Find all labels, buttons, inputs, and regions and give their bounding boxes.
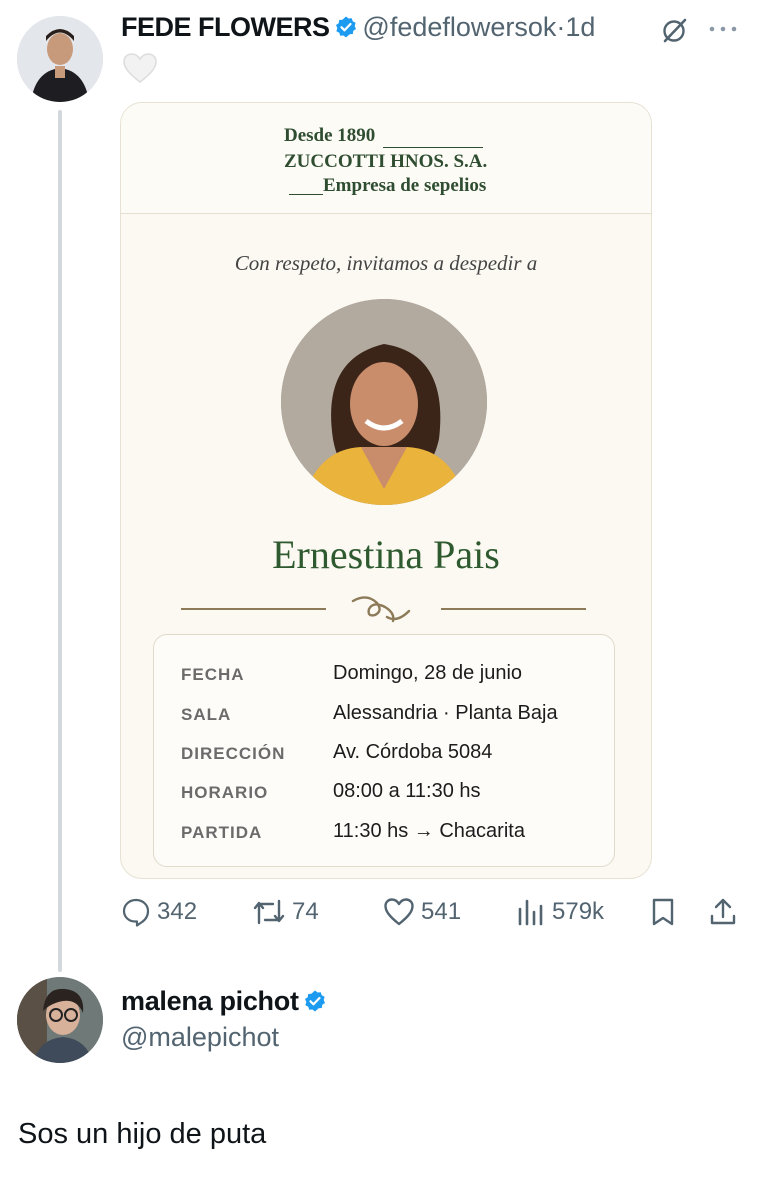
share-icon <box>710 898 736 925</box>
detail-label: PARTIDA <box>181 823 263 842</box>
reply-author-avatar[interactable] <box>17 977 103 1063</box>
reply-header: malena pichot <box>121 986 327 1017</box>
detail-value: Av. Córdoba 5084 <box>333 741 493 763</box>
deceased-name: Ernestina Pais <box>272 532 500 577</box>
share-button[interactable] <box>708 892 744 932</box>
tweet-time[interactable]: 1d <box>565 12 595 42</box>
company-tagline: Empresa de sepelios <box>323 175 487 196</box>
bookmark-button[interactable] <box>650 892 682 932</box>
thread-line <box>58 110 62 972</box>
detail-value: Domingo, 28 de junio <box>333 662 523 684</box>
reply-icon <box>122 898 150 927</box>
reply-button[interactable]: 342 <box>121 892 197 932</box>
tweet-header: FEDE FLOWERS @fedeflowersok·1d <box>121 12 595 43</box>
ornament-line-left <box>181 608 326 610</box>
card-header: Desde 1890 ZUCCOTTI HNOS. S.A. Empresa d… <box>121 103 651 214</box>
company-name: ZUCCOTTI HNOS. S.A. <box>284 151 488 172</box>
reply-author-handle[interactable]: @malepichot <box>121 1022 279 1053</box>
detail-label: HORARIO <box>181 783 269 802</box>
header-rule-top <box>383 147 483 148</box>
tweet-media-card[interactable]: Desde 1890 ZUCCOTTI HNOS. S.A. Empresa d… <box>120 102 652 879</box>
views-button[interactable]: 579k <box>516 892 604 932</box>
like-icon <box>384 898 414 926</box>
reply-text: Sos un hijo de puta <box>18 1118 267 1150</box>
heart-icon <box>122 52 158 89</box>
company-since: Desde 1890 <box>284 125 376 146</box>
deceased-portrait <box>281 299 487 505</box>
more-icon[interactable] <box>708 22 738 40</box>
repost-count: 74 <box>292 898 319 925</box>
reply-author-name[interactable]: malena pichot <box>121 986 299 1016</box>
detail-value: 08:00 a 11:30 hs <box>333 780 481 802</box>
author-handle[interactable]: @fedeflowersok <box>362 12 556 42</box>
views-icon <box>518 899 543 926</box>
ornament-line-right <box>441 608 586 610</box>
flourish-icon <box>347 591 417 632</box>
like-button[interactable]: 541 <box>383 892 461 932</box>
detail-value: Alessandria · Planta Baja <box>333 702 558 724</box>
grok-icon[interactable] <box>661 16 689 49</box>
author-avatar[interactable] <box>17 16 103 102</box>
views-count: 579k <box>552 898 605 925</box>
repost-button[interactable]: 74 <box>252 892 319 932</box>
invite-text: Con respeto, invitamos a despedir a <box>234 251 538 275</box>
details-panel: FECHA Domingo, 28 de junio SALA Alessand… <box>153 634 615 867</box>
verified-icon <box>303 989 327 1013</box>
detail-label: DIRECCIÓN <box>181 744 286 763</box>
repost-icon <box>253 899 285 925</box>
header-rule-bottom <box>289 194 323 195</box>
bookmark-icon <box>652 898 674 926</box>
detail-label: FECHA <box>181 665 245 684</box>
detail-label: SALA <box>181 705 232 724</box>
verified-icon <box>334 15 358 39</box>
author-name[interactable]: FEDE FLOWERS <box>121 12 330 42</box>
detail-value: 11:30 hs → Chacarita <box>333 820 525 842</box>
reply-count: 342 <box>157 898 198 925</box>
like-count: 541 <box>421 898 462 925</box>
